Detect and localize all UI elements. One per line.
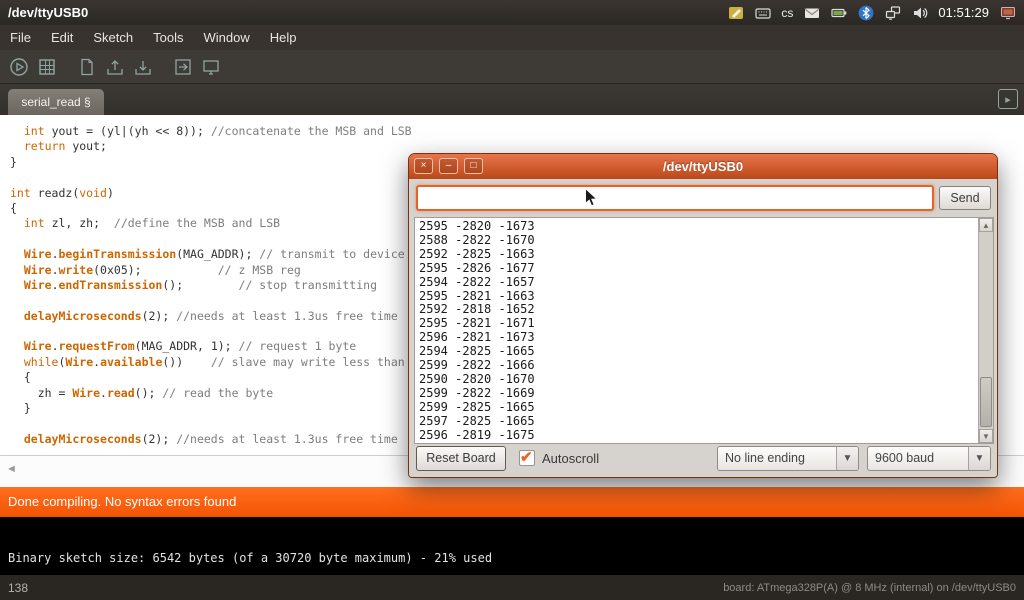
- menu-help[interactable]: Help: [260, 25, 307, 50]
- top-panel: /dev/ttyUSB0 cs 01:51:: [0, 0, 1024, 25]
- serial-line: 2592 -2825 -1663: [419, 248, 974, 262]
- serial-line: 2599 -2822 -1666: [419, 359, 974, 373]
- bluetooth-icon[interactable]: [857, 4, 874, 21]
- serial-line: 2595 -2826 -1677: [419, 262, 974, 276]
- compile-status-message: Done compiling. No syntax errors found: [8, 494, 236, 509]
- serial-monitor-title: /dev/ttyUSB0: [663, 159, 743, 174]
- serial-output-area[interactable]: 2595 -2820 -16732588 -2822 -16702592 -28…: [414, 217, 994, 444]
- scroll-up-icon[interactable]: ▲: [979, 218, 993, 232]
- keyboard-icon[interactable]: [754, 4, 771, 21]
- maximize-icon[interactable]: □: [464, 158, 483, 174]
- chevron-down-icon[interactable]: ▼: [968, 447, 990, 470]
- tab-menu-icon[interactable]: ▸: [998, 89, 1018, 109]
- serial-send-input[interactable]: [416, 185, 934, 211]
- build-console: Binary sketch size: 6542 bytes (of a 307…: [0, 517, 1024, 575]
- serial-line: 2595 -2821 -1671: [419, 317, 974, 331]
- serial-line: 2594 -2822 -1657: [419, 276, 974, 290]
- line-ending-value: No line ending: [718, 447, 836, 470]
- new-sketch-icon[interactable]: [76, 56, 98, 78]
- code-line: int yout = (yl|(yh << 8)); //concatenate…: [10, 124, 1024, 139]
- reset-board-button[interactable]: Reset Board: [416, 446, 506, 471]
- serial-monitor-icon[interactable]: [200, 56, 222, 78]
- serial-monitor-body: Send 2595 -2820 -16732588 -2822 -1670259…: [409, 179, 997, 477]
- build-console-text: Binary sketch size: 6542 bytes (of a 307…: [8, 551, 492, 565]
- close-icon[interactable]: ×: [414, 158, 433, 174]
- window-title: /dev/ttyUSB0: [0, 5, 88, 20]
- menu-edit[interactable]: Edit: [41, 25, 83, 50]
- stop-icon[interactable]: [36, 56, 58, 78]
- autoscroll-checkbox[interactable]: ✔: [519, 450, 535, 466]
- hscroll-left-icon[interactable]: ◄: [6, 463, 17, 475]
- serial-monitor-window: /dev/ttyUSB0 × – □ Send 2595 -2820 -1673…: [408, 153, 998, 478]
- serial-line: 2592 -2818 -1652: [419, 303, 974, 317]
- serial-line: 2596 -2821 -1673: [419, 331, 974, 345]
- baud-rate-value: 9600 baud: [868, 447, 968, 470]
- menubar: File Edit Sketch Tools Window Help: [0, 25, 1024, 50]
- status-footer: 138 board: ATmega328P(A) @ 8 MHz (intern…: [0, 575, 1024, 600]
- window-controls: × – □: [414, 158, 483, 174]
- open-icon[interactable]: [104, 56, 126, 78]
- clock[interactable]: 01:51:29: [938, 5, 989, 20]
- serial-line: 2595 -2821 -1663: [419, 290, 974, 304]
- chevron-down-icon[interactable]: ▼: [836, 447, 858, 470]
- line-ending-dropdown[interactable]: No line ending ▼: [717, 446, 859, 471]
- mail-icon[interactable]: [803, 4, 820, 21]
- baud-rate-dropdown[interactable]: 9600 baud ▼: [867, 446, 991, 471]
- scroll-down-icon[interactable]: ▼: [979, 429, 993, 443]
- serial-line: 2597 -2825 -1665: [419, 415, 974, 429]
- session-menu-icon[interactable]: [999, 4, 1016, 21]
- board-info: board: ATmega328P(A) @ 8 MHz (internal) …: [723, 582, 1024, 594]
- serial-line: 2595 -2820 -1673: [419, 220, 974, 234]
- save-icon[interactable]: [132, 56, 154, 78]
- volume-icon[interactable]: [911, 4, 928, 21]
- serial-line: 2596 -2819 -1675: [419, 429, 974, 443]
- upload-icon[interactable]: [172, 56, 194, 78]
- minimize-icon[interactable]: –: [439, 158, 458, 174]
- serial-line: 2599 -2825 -1665: [419, 401, 974, 415]
- serial-monitor-controls: Reset Board ✔ Autoscroll No line ending …: [409, 445, 997, 473]
- serial-line: 2588 -2822 -1670: [419, 234, 974, 248]
- serial-line: 2594 -2825 -1665: [419, 345, 974, 359]
- serial-line: 2599 -2822 -1669: [419, 387, 974, 401]
- system-tray: cs 01:51:29: [727, 4, 1024, 21]
- tab-serial-read[interactable]: serial_read §: [8, 89, 104, 115]
- notes-icon[interactable]: [727, 4, 744, 21]
- menu-sketch[interactable]: Sketch: [83, 25, 143, 50]
- menu-window[interactable]: Window: [193, 25, 259, 50]
- scrollbar-handle[interactable]: [980, 377, 992, 427]
- mouse-cursor: [584, 188, 602, 208]
- network-icon[interactable]: [884, 4, 901, 21]
- tabbar: serial_read § ▸: [0, 84, 1024, 115]
- serial-monitor-titlebar[interactable]: /dev/ttyUSB0: [409, 154, 997, 179]
- verify-icon[interactable]: [8, 56, 30, 78]
- screen: /dev/ttyUSB0 cs 01:51:: [0, 0, 1024, 600]
- check-icon: ✔: [520, 448, 533, 466]
- menu-tools[interactable]: Tools: [143, 25, 193, 50]
- line-number-indicator: 138: [0, 581, 28, 595]
- menu-file[interactable]: File: [0, 25, 41, 50]
- serial-line: 2590 -2820 -1670: [419, 373, 974, 387]
- compile-status-bar: Done compiling. No syntax errors found: [0, 487, 1024, 517]
- serial-output: 2595 -2820 -16732588 -2822 -16702592 -28…: [415, 218, 978, 443]
- toolbar: [0, 50, 1024, 84]
- serial-output-scrollbar[interactable]: ▲ ▼: [978, 218, 993, 443]
- keyboard-layout-indicator[interactable]: cs: [781, 6, 793, 20]
- autoscroll-label[interactable]: Autoscroll: [542, 445, 599, 472]
- battery-icon[interactable]: [830, 4, 847, 21]
- send-button[interactable]: Send: [939, 186, 991, 210]
